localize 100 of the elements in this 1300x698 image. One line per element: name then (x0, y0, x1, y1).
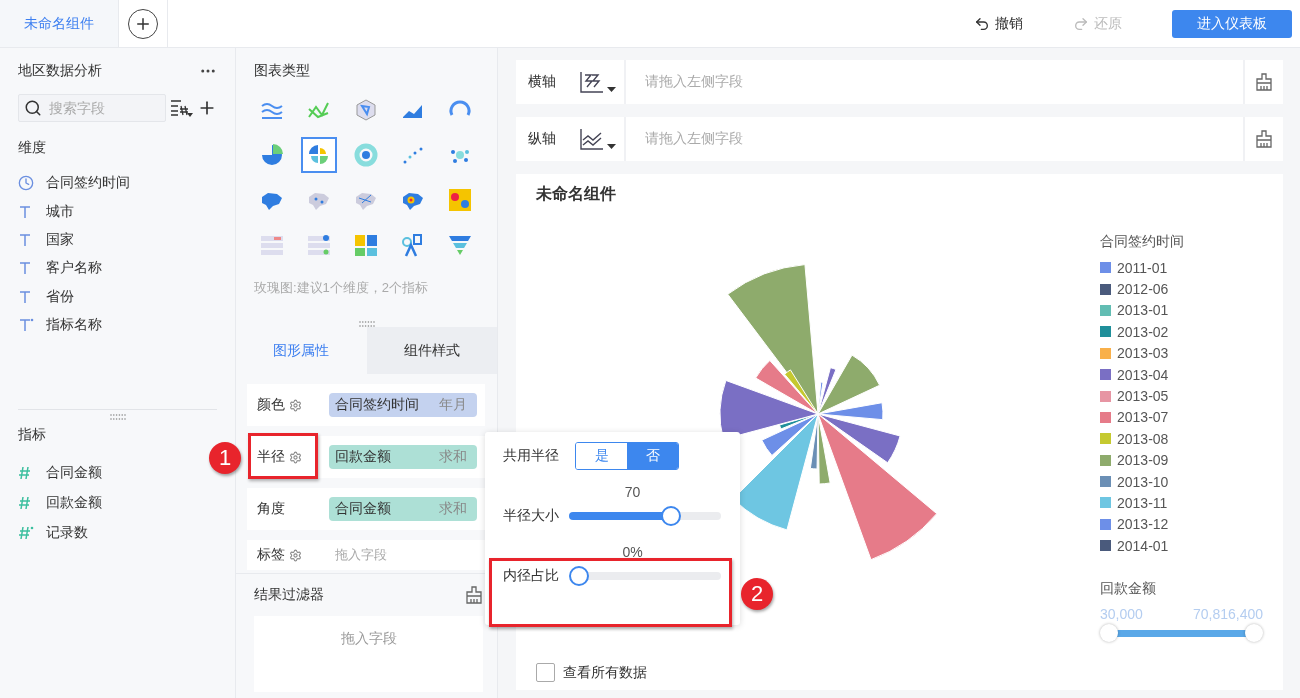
broom-icon[interactable] (465, 586, 483, 604)
search-icon (24, 99, 42, 117)
treemap-icon (353, 232, 379, 258)
component-tab[interactable]: 未命名组件 (0, 0, 119, 47)
number-type-icon (18, 525, 34, 542)
ring-chart-icon (353, 142, 379, 168)
property-label: 半径 (257, 448, 285, 466)
redo-icon (1073, 15, 1089, 32)
dimension-field[interactable]: 指标名称 (18, 310, 102, 340)
slider-reading: 0% (622, 544, 643, 560)
field-name: 城市 (46, 202, 74, 221)
slider[interactable] (569, 506, 721, 526)
segment-option[interactable]: 否 (627, 443, 678, 469)
clock-icon (18, 175, 34, 192)
axis-label: 纵轴 (528, 130, 556, 148)
settings-icon[interactable] (289, 450, 302, 464)
property-label: 颜色 (257, 396, 285, 414)
legend-label: 2014-01 (1117, 537, 1169, 554)
legend-title: 合同签约时间 (1100, 233, 1185, 251)
highlight-frame (248, 433, 318, 479)
pie-chart-icon (259, 142, 285, 168)
legend-label: 2013-09 (1117, 452, 1169, 469)
slider-thumb[interactable] (569, 566, 589, 586)
undo-icon (974, 15, 990, 32)
legend-label: 2013-11 (1117, 495, 1168, 511)
caret-icon[interactable] (607, 87, 616, 93)
section-title: 指标 (18, 426, 47, 445)
slider-reading: 70 (624, 484, 641, 500)
field-pill[interactable]: 回款金额 求和 (329, 445, 477, 469)
field-name: 客户名称 (46, 259, 102, 278)
setting-label: 共用半径 (503, 447, 560, 465)
measure-field[interactable]: 合同金额 (18, 458, 102, 489)
measure-field[interactable]: 回款金额 (18, 488, 102, 519)
axis-label: 横轴 (528, 73, 556, 91)
field-pill[interactable]: 合同签约时间 年月 (329, 393, 477, 417)
caret-icon[interactable] (607, 144, 616, 150)
legend-label: 2011-01 (1117, 259, 1168, 276)
filter-title: 结果过滤器 (254, 586, 324, 604)
legend-label: 2013-05 (1117, 388, 1169, 405)
dimension-field[interactable]: 客户名称 (18, 254, 102, 283)
field-pill[interactable]: 合同金额 求和 (329, 497, 477, 521)
axis-lines-icon[interactable] (580, 71, 604, 93)
range-title: 回款金额 (1100, 580, 1157, 599)
radar-chart-icon (353, 97, 379, 123)
field-sort-icon[interactable] (169, 98, 194, 118)
line-graph-icon[interactable] (580, 128, 604, 150)
range-max: 70,816,400 (1192, 606, 1263, 623)
panel-title: 图表类型 (254, 62, 311, 80)
legend-label: 2013-01 (1117, 302, 1169, 319)
field-name: 国家 (46, 230, 74, 249)
grip-icon[interactable] (358, 321, 375, 327)
property-label: 标签 (257, 546, 285, 564)
settings-icon[interactable] (289, 398, 302, 412)
legend-label: 2013-02 (1117, 323, 1169, 340)
field-name: 记录数 (46, 524, 88, 543)
legend-label: 2012-06 (1117, 281, 1169, 298)
section-title: 维度 (18, 139, 47, 157)
legend-label: 2013-03 (1117, 345, 1169, 362)
dimension-field[interactable]: 国家 (18, 225, 74, 255)
dimension-field[interactable]: 合同签约时间 (18, 169, 130, 198)
heatmap-grid-icon (447, 187, 473, 213)
property-tab[interactable]: 组件样式 (366, 327, 497, 374)
pill-field-name: 回款金额 (335, 448, 391, 466)
chart-hint: 玫瑰图:建议1个维度，2个指标 (254, 279, 430, 297)
dimension-field[interactable]: 城市 (18, 197, 74, 226)
pill-aggregation: 求和 (439, 448, 467, 466)
property-label: 角度 (257, 500, 285, 518)
grip-icon[interactable] (109, 414, 126, 421)
range-handle[interactable] (1100, 624, 1118, 643)
checkbox-label: 查看所有数据 (563, 663, 647, 682)
range-handle[interactable] (1245, 624, 1263, 643)
enter-dashboard-button[interactable]: 进入仪表板 (1172, 9, 1292, 38)
slider-label: 半径大小 (503, 507, 560, 525)
field-name: 合同金额 (46, 464, 102, 483)
broom-icon[interactable] (1255, 130, 1273, 148)
slider-thumb[interactable] (661, 506, 682, 526)
chart-type-button[interactable] (301, 137, 337, 173)
pill-field-name: 合同金额 (335, 500, 391, 518)
legend-label: 2013-07 (1117, 409, 1169, 426)
field-name: 指标名称 (46, 316, 102, 335)
legend-label: 2013-10 (1117, 473, 1169, 490)
checkbox[interactable] (536, 663, 555, 682)
slider-label: 内径占比 (503, 567, 560, 585)
add-button[interactable] (128, 8, 158, 39)
settings-icon[interactable] (289, 548, 302, 562)
legend-label: 2013-04 (1117, 366, 1169, 383)
dimension-field[interactable]: 省份 (18, 282, 74, 311)
chart-title: 未命名组件 (536, 184, 617, 204)
slider[interactable] (569, 566, 721, 586)
dataset-title: 地区数据分析 (18, 62, 102, 80)
measure-field[interactable]: 记录数 (18, 518, 88, 549)
field-name: 回款金额 (46, 494, 102, 513)
legend-label: 2013-08 (1117, 430, 1169, 447)
search-field[interactable]: 搜索字段 (18, 94, 166, 122)
pill-aggregation: 求和 (439, 500, 467, 518)
field-name: 省份 (46, 287, 74, 306)
undo-button[interactable]: 撤销 (974, 0, 1023, 47)
pill-field-name: 合同签约时间 (335, 396, 419, 414)
broom-icon[interactable] (1255, 73, 1273, 91)
pill-aggregation: 年月 (439, 396, 467, 414)
